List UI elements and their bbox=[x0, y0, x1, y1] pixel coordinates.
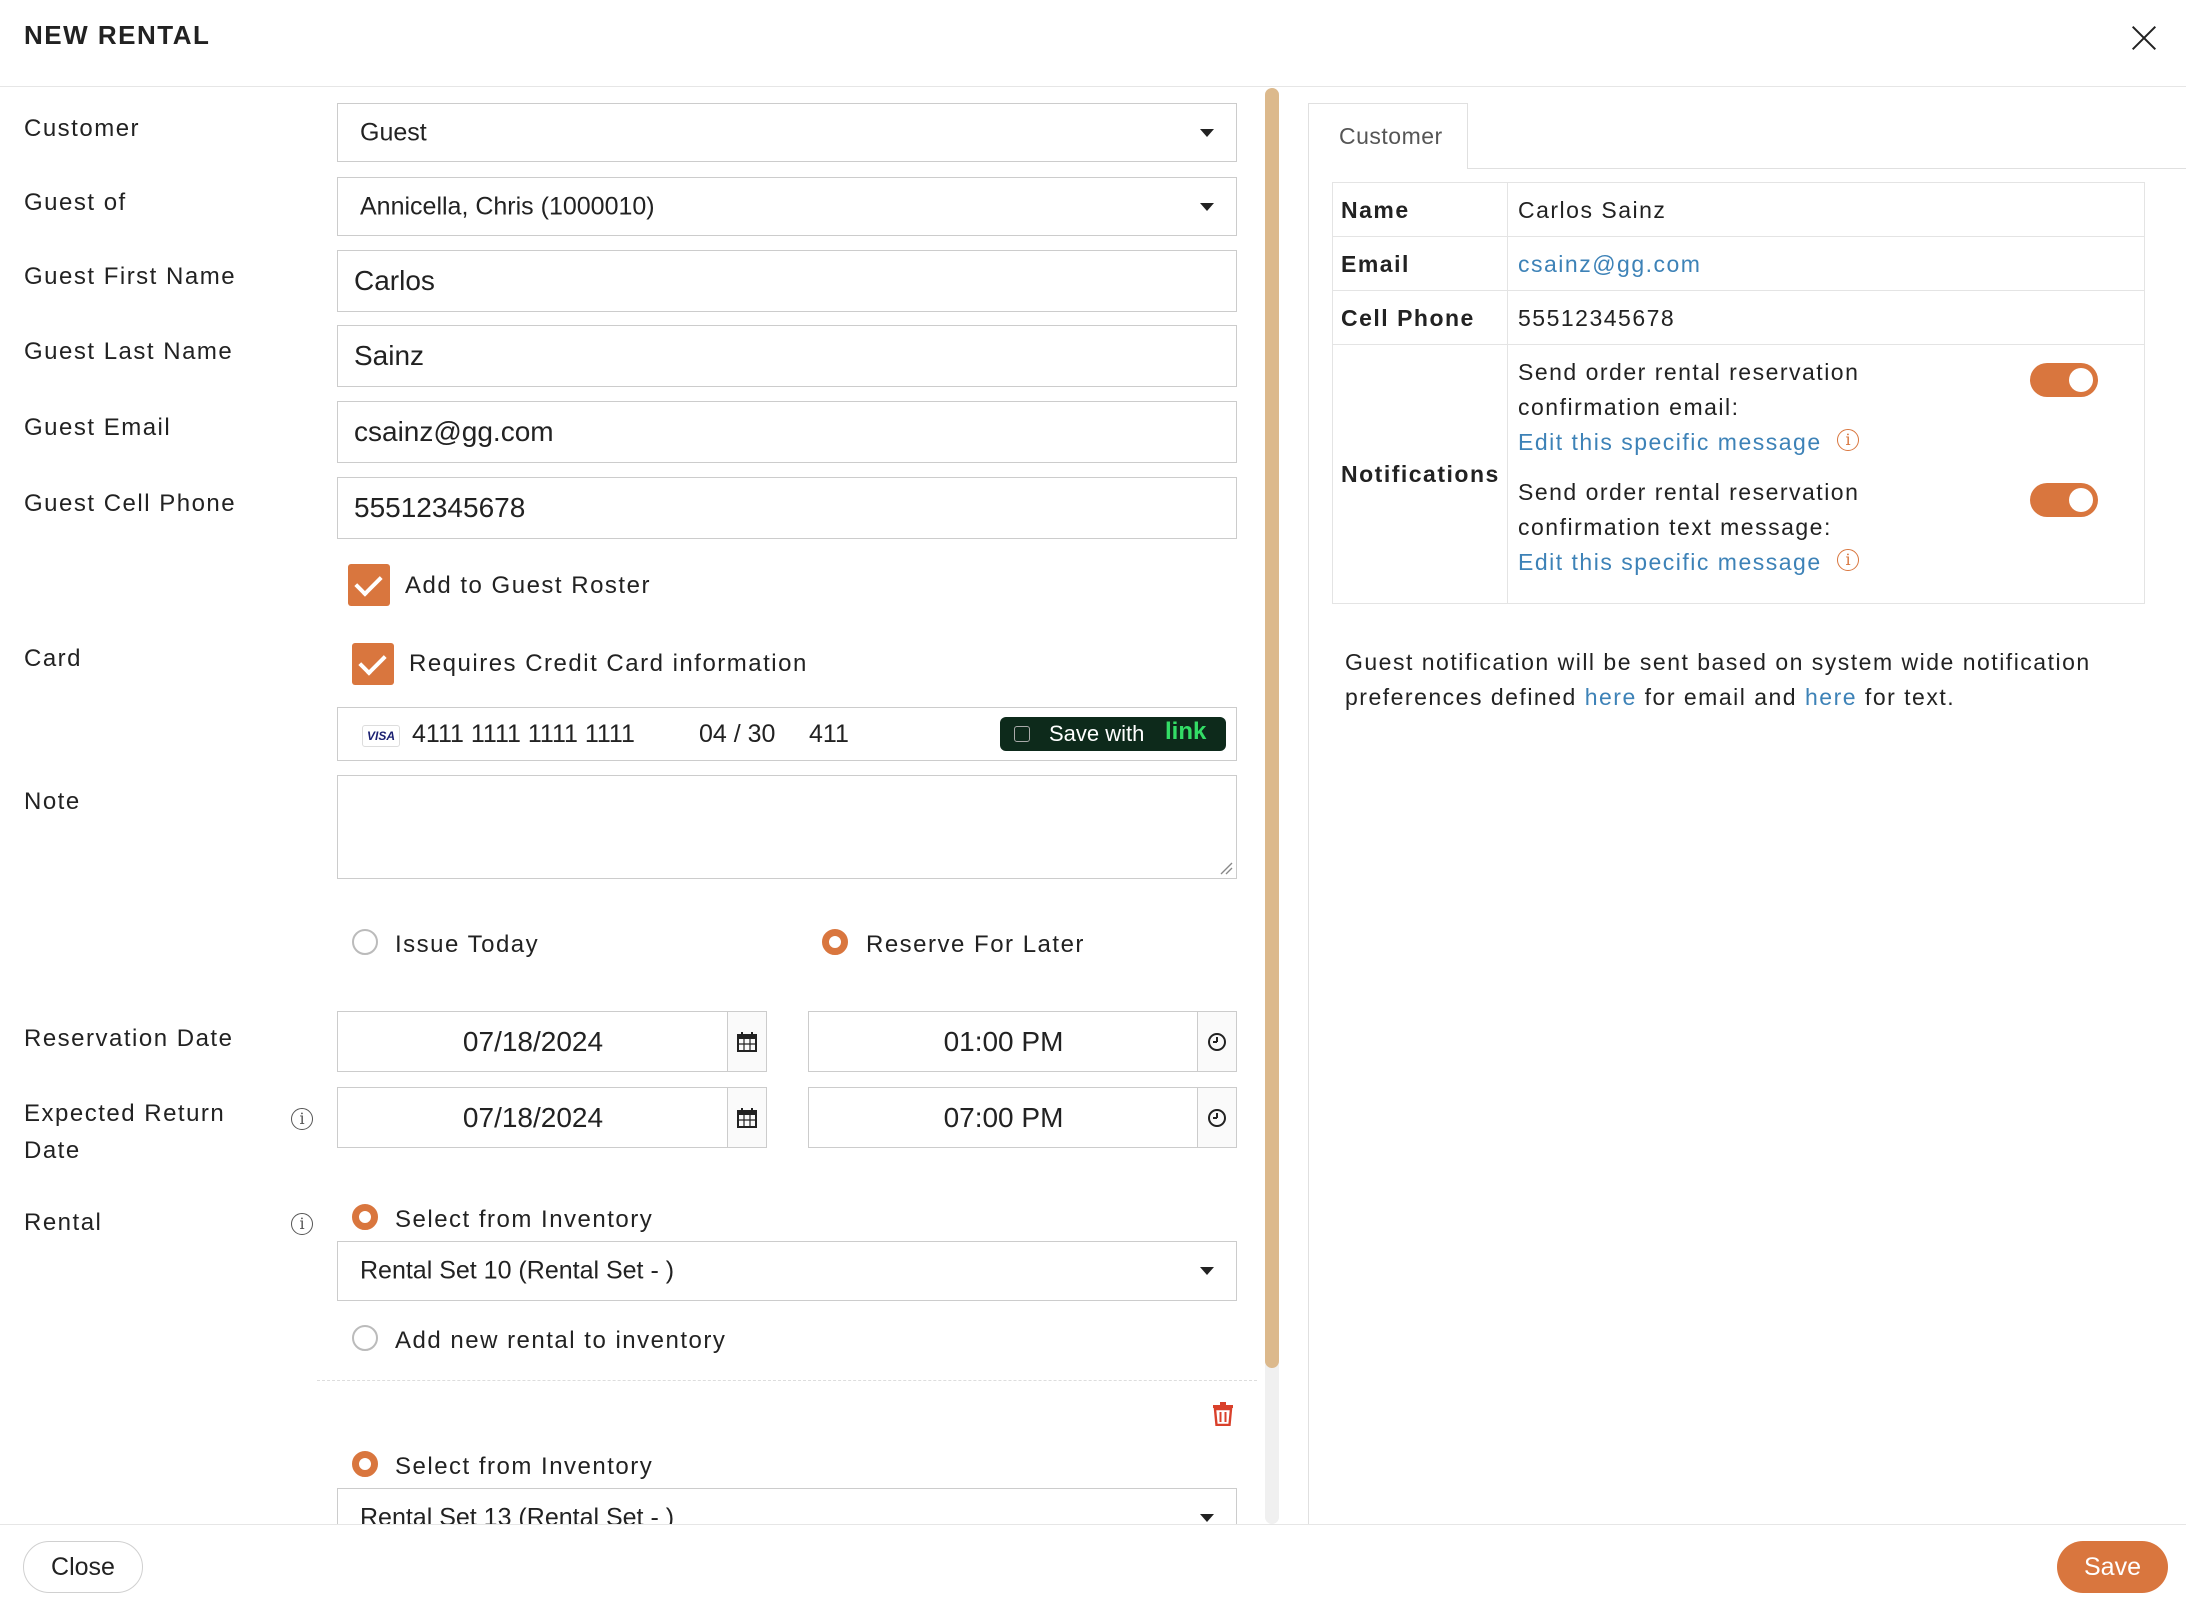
text-preferences-link[interactable]: here bbox=[1805, 684, 1857, 710]
guest-of-label: Guest of bbox=[24, 189, 127, 216]
customer-label: Customer bbox=[24, 115, 141, 142]
resize-handle-icon[interactable] bbox=[1219, 861, 1233, 875]
clock-icon[interactable] bbox=[1197, 1088, 1236, 1147]
save-with-link-button[interactable]: Save with link bbox=[1000, 717, 1226, 751]
first-name-input[interactable]: Carlos bbox=[337, 250, 1237, 312]
guest-of-select[interactable]: Annicella, Chris (1000010) bbox=[337, 177, 1237, 236]
select-inventory-label: Select from Inventory bbox=[395, 1206, 654, 1233]
add-new-rental-label: Add new rental to inventory bbox=[395, 1327, 727, 1354]
calendar-icon[interactable] bbox=[727, 1088, 766, 1147]
note-textarea[interactable] bbox=[337, 775, 1237, 879]
cell-phone-label: Guest Cell Phone bbox=[24, 490, 237, 517]
save-with-label: Save with bbox=[1049, 721, 1145, 746]
table-row-notifications-header: Notifications bbox=[1332, 344, 1508, 604]
info-icon[interactable]: i bbox=[291, 1108, 313, 1130]
card-label: Card bbox=[24, 645, 83, 672]
cell-phone-input[interactable]: 55512345678 bbox=[337, 477, 1237, 539]
issue-today-radio[interactable] bbox=[352, 929, 378, 955]
tab-customer[interactable]: Customer bbox=[1308, 103, 1468, 169]
chevron-down-icon bbox=[1200, 1514, 1214, 1522]
clock-icon[interactable] bbox=[1197, 1012, 1236, 1071]
chevron-down-icon bbox=[1200, 128, 1214, 137]
last-name-label: Guest Last Name bbox=[24, 338, 234, 365]
chevron-down-icon bbox=[1200, 202, 1214, 211]
email-notification-toggle[interactable] bbox=[2030, 363, 2098, 397]
rental-select[interactable]: Rental Set 10 (Rental Set - ) bbox=[337, 1241, 1237, 1301]
customer-select[interactable]: Guest bbox=[337, 103, 1237, 162]
trash-icon[interactable] bbox=[1212, 1402, 1234, 1431]
email-input[interactable]: csainz@gg.com bbox=[337, 401, 1237, 463]
reservation-date-label: Reservation Date bbox=[24, 1025, 234, 1052]
add-new-rental-radio[interactable] bbox=[352, 1325, 378, 1351]
card-number[interactable]: 4111 1111 1111 1111 bbox=[412, 720, 635, 749]
info-icon[interactable]: i bbox=[291, 1213, 313, 1235]
card-cvc[interactable]: 411 bbox=[809, 720, 849, 749]
rental-label: Rental bbox=[24, 1209, 103, 1236]
table-row-phone-value: 55512345678 bbox=[1507, 290, 2145, 345]
select-inventory-radio[interactable] bbox=[352, 1451, 378, 1477]
dialog-footer bbox=[0, 1524, 2186, 1609]
edit-text-message-link[interactable]: Edit this specific message bbox=[1518, 549, 1822, 576]
card-element[interactable]: VISA 4111 1111 1111 1111 04 / 30 411 Sav… bbox=[337, 707, 1237, 761]
reserve-later-label: Reserve For Later bbox=[866, 931, 1085, 958]
reservation-date-input[interactable]: 07/18/2024 bbox=[337, 1011, 767, 1072]
table-row-notifications-value: Send order rental reservation confirmati… bbox=[1507, 344, 2145, 604]
text-notification-toggle[interactable] bbox=[2030, 483, 2098, 517]
card-expiry[interactable]: 04 / 30 bbox=[699, 720, 775, 749]
table-row-email-header: Email bbox=[1332, 236, 1508, 291]
dialog-title: NEW RENTAL bbox=[24, 20, 211, 50]
issue-today-label: Issue Today bbox=[395, 931, 540, 958]
first-name-label: Guest First Name bbox=[24, 263, 237, 290]
return-date-input[interactable]: 07/18/2024 bbox=[337, 1087, 767, 1148]
table-row-phone-header: Cell Phone bbox=[1332, 290, 1508, 345]
chevron-down-icon bbox=[1200, 1267, 1214, 1275]
link-logo: link bbox=[1165, 718, 1207, 745]
requires-card-checkbox[interactable] bbox=[352, 643, 394, 685]
reservation-time-input[interactable]: 01:00 PM bbox=[808, 1011, 1237, 1072]
scrollbar-thumb[interactable] bbox=[1265, 88, 1279, 1368]
visa-icon: VISA bbox=[362, 725, 400, 747]
requires-card-label: Requires Credit Card information bbox=[409, 650, 808, 677]
table-row-name-header: Name bbox=[1332, 182, 1508, 237]
return-time-input[interactable]: 07:00 PM bbox=[808, 1087, 1237, 1148]
close-icon[interactable] bbox=[2124, 18, 2164, 58]
email-link[interactable]: csainz@gg.com bbox=[1518, 251, 1701, 278]
save-button[interactable]: Save bbox=[2057, 1541, 2168, 1593]
notification-note-line1: Guest notification will be sent based on… bbox=[1345, 649, 2091, 675]
email-label: Guest Email bbox=[24, 414, 172, 441]
calendar-icon[interactable] bbox=[727, 1012, 766, 1071]
expected-return-label-1: Expected Return bbox=[24, 1100, 226, 1127]
table-row-name-value: Carlos Sainz bbox=[1507, 182, 2145, 237]
notification-note-line2: preferences defined here for email and h… bbox=[1345, 684, 1956, 710]
dialog-header bbox=[0, 0, 2186, 87]
note-label: Note bbox=[24, 788, 81, 815]
edit-email-message-link[interactable]: Edit this specific message bbox=[1518, 429, 1822, 456]
info-icon[interactable]: i bbox=[1837, 549, 1859, 571]
last-name-input[interactable]: Sainz bbox=[337, 325, 1237, 387]
email-preferences-link[interactable]: here bbox=[1585, 684, 1637, 710]
reserve-later-radio[interactable] bbox=[822, 929, 848, 955]
close-button[interactable]: Close bbox=[23, 1541, 143, 1593]
add-to-roster-label: Add to Guest Roster bbox=[405, 572, 651, 599]
select-inventory-radio[interactable] bbox=[352, 1204, 378, 1230]
info-icon[interactable]: i bbox=[1837, 429, 1859, 451]
save-link-checkbox[interactable] bbox=[1014, 726, 1030, 742]
rental-divider bbox=[317, 1380, 1257, 1381]
table-row-email-value: csainz@gg.com bbox=[1507, 236, 2145, 291]
add-to-roster-checkbox[interactable] bbox=[348, 564, 390, 606]
select-inventory-label: Select from Inventory bbox=[395, 1453, 654, 1480]
expected-return-label-2: Date bbox=[24, 1137, 81, 1164]
